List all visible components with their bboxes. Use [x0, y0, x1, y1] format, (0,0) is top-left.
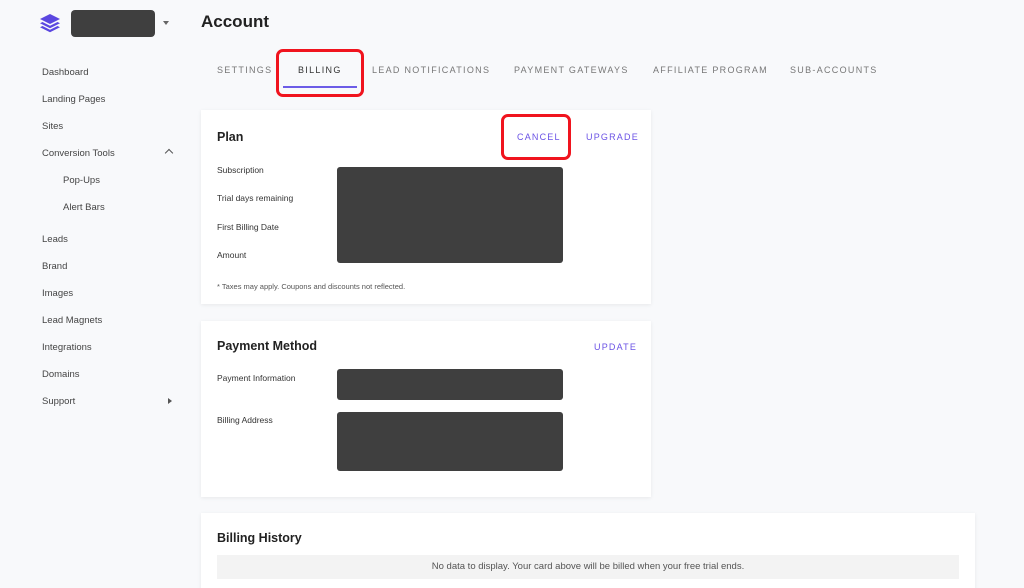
sidebar-item-pop-ups[interactable]: Pop-Ups	[63, 175, 163, 186]
plan-title: Plan	[217, 130, 244, 144]
sidebar-item-label: Images	[42, 288, 74, 299]
tab-sub-accounts[interactable]: SUB-ACCOUNTS	[790, 57, 878, 91]
sidebar-item-label: Dashboard	[42, 67, 89, 78]
caret-down-icon[interactable]	[163, 21, 169, 25]
tab-billing[interactable]: BILLING	[283, 57, 357, 91]
taxes-note: * Taxes may apply. Coupons and discounts…	[217, 282, 406, 291]
payment-method-card: Payment Method UPDATE Payment Informatio…	[201, 321, 651, 497]
chevron-up-icon[interactable]	[164, 148, 174, 158]
sidebar-item-leads[interactable]: Leads	[42, 234, 174, 245]
billing-history-card: Billing History No data to display. Your…	[201, 513, 975, 588]
payment-information-label: Payment Information	[217, 373, 296, 383]
update-button[interactable]: UPDATE	[594, 342, 637, 352]
sidebar-item-alert-bars[interactable]: Alert Bars	[63, 202, 163, 213]
sidebar-item-label: Alert Bars	[63, 202, 105, 213]
sidebar-item-label: Pop-Ups	[63, 175, 100, 186]
sidebar-item-label: Conversion Tools	[42, 148, 115, 159]
tab-label: BILLING	[298, 65, 342, 75]
account-switcher[interactable]	[71, 10, 155, 37]
sidebar-item-label: Landing Pages	[42, 94, 106, 105]
redacted-plan-values	[337, 167, 563, 263]
active-tab-indicator	[283, 86, 357, 88]
sidebar-item-sites[interactable]: Sites	[42, 121, 174, 132]
plan-card: Plan CANCEL UPGRADE Subscription Trial d…	[201, 110, 651, 304]
sidebar-item-label: Support	[42, 396, 76, 407]
tab-payment-gateways[interactable]: PAYMENT GATEWAYS	[514, 57, 629, 91]
sidebar-item-lead-magnets[interactable]: Lead Magnets	[42, 315, 174, 326]
sidebar-item-brand[interactable]: Brand	[42, 261, 174, 272]
tab-lead-notifications[interactable]: LEAD NOTIFICATIONS	[372, 57, 490, 91]
caret-right-icon[interactable]	[168, 398, 172, 404]
trial-days-label: Trial days remaining	[217, 193, 294, 203]
amount-label: Amount	[217, 250, 247, 260]
sidebar-item-dashboard[interactable]: Dashboard	[42, 67, 174, 78]
sidebar-item-images[interactable]: Images	[42, 288, 174, 299]
sidebar-item-conversion-tools[interactable]: Conversion Tools	[42, 148, 174, 159]
sidebar-item-label: Sites	[42, 121, 64, 132]
sidebar-item-landing-pages[interactable]: Landing Pages	[42, 94, 174, 105]
sidebar-item-label: Brand	[42, 261, 68, 272]
billing-history-title: Billing History	[217, 531, 302, 545]
tab-affiliate-program[interactable]: AFFILIATE PROGRAM	[653, 57, 768, 91]
sidebar-item-label: Integrations	[42, 342, 92, 353]
subscription-label: Subscription	[217, 165, 264, 175]
layers-logo-icon[interactable]	[39, 13, 61, 33]
billing-address-label: Billing Address	[217, 415, 273, 425]
page-title: Account	[201, 12, 269, 31]
sidebar-item-label: Lead Magnets	[42, 315, 103, 326]
redacted-payment-information	[337, 369, 563, 400]
upgrade-button[interactable]: UPGRADE	[586, 132, 639, 142]
sidebar-item-label: Domains	[42, 369, 80, 380]
billing-history-empty-message: No data to display. Your card above will…	[217, 555, 959, 579]
tab-settings[interactable]: SETTINGS	[217, 57, 272, 91]
cancel-button[interactable]: CANCEL	[517, 132, 561, 142]
sidebar-item-domains[interactable]: Domains	[42, 369, 174, 380]
first-billing-date-label: First Billing Date	[217, 222, 279, 232]
sidebar-item-support[interactable]: Support	[42, 396, 174, 407]
sidebar-item-integrations[interactable]: Integrations	[42, 342, 174, 353]
sidebar-item-label: Leads	[42, 234, 68, 245]
payment-method-title: Payment Method	[217, 339, 318, 353]
redacted-billing-address	[337, 412, 563, 471]
